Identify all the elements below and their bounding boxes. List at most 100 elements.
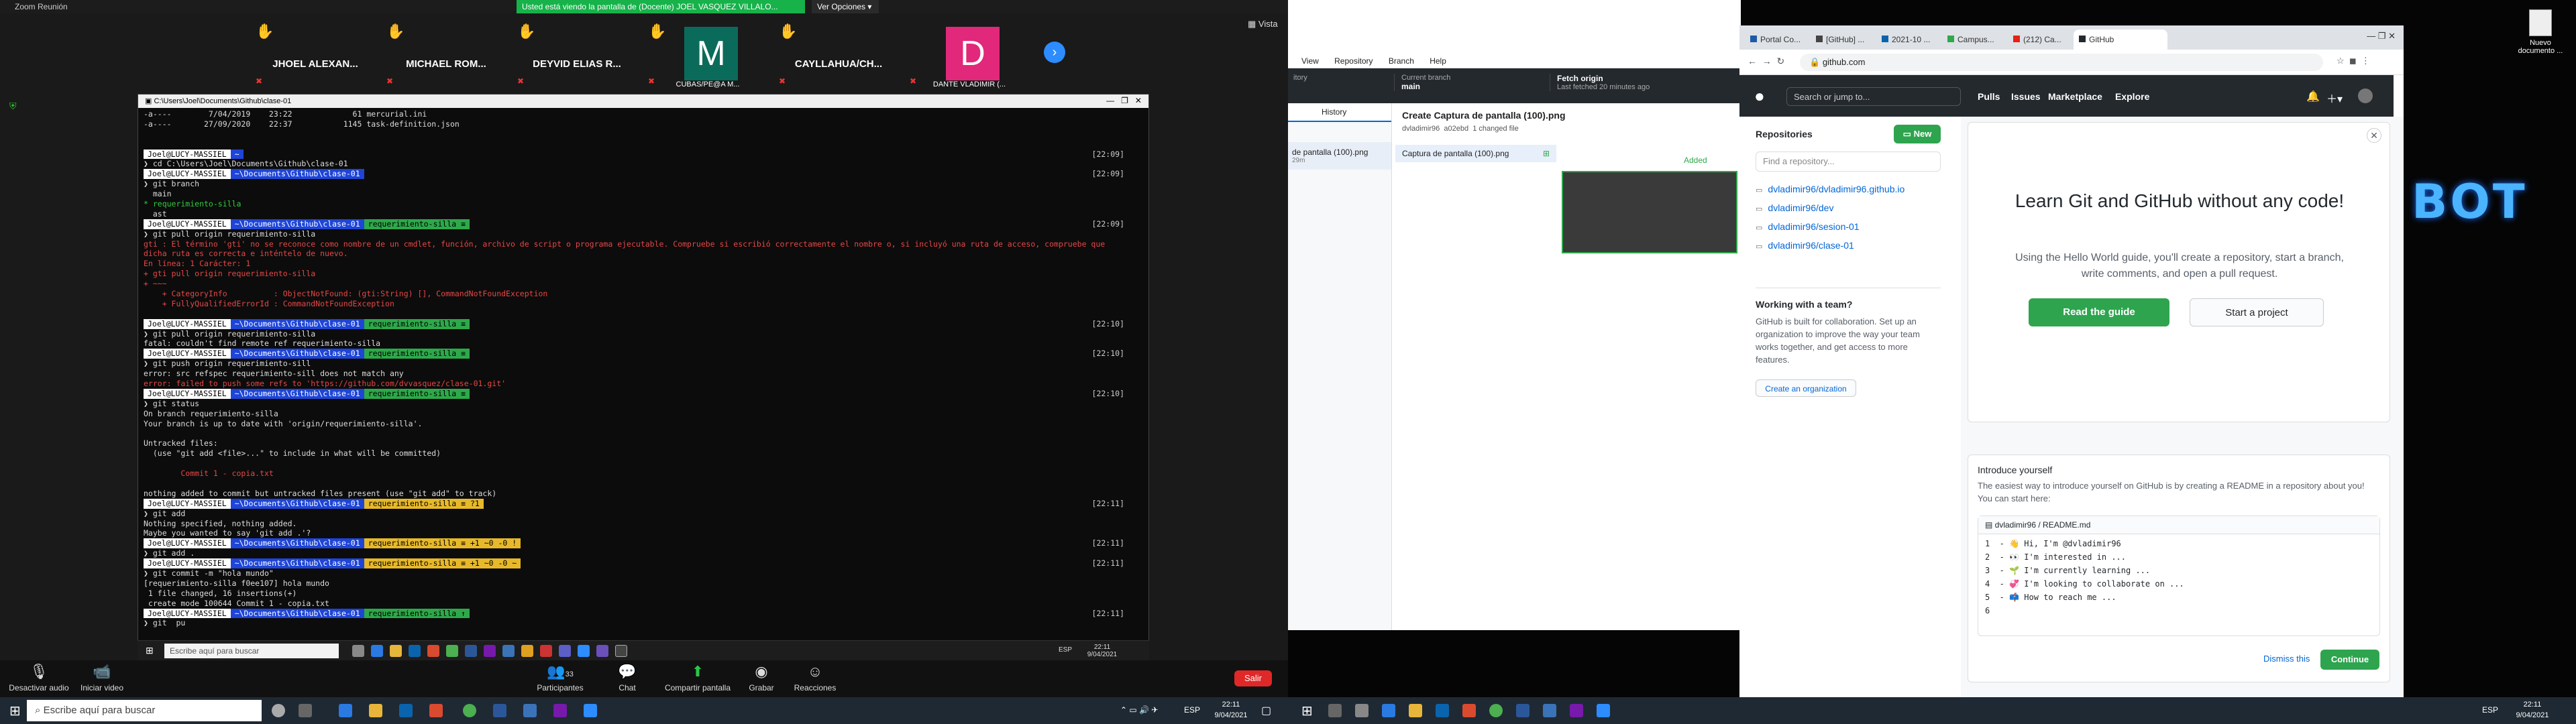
plus-icon[interactable]: ＋▾	[2326, 90, 2343, 106]
participants-button[interactable]: 👥33 Participantes	[530, 663, 590, 692]
read-guide-button[interactable]: Read the guide	[2029, 298, 2169, 326]
participant-tile[interactable]: ✋ DEYVID ELIAS R... ✖	[513, 15, 641, 90]
nav-buttons[interactable]: ← → ↻	[1748, 56, 1784, 67]
next-page-button[interactable]: ›	[1044, 42, 1065, 63]
browser-tab[interactable]: [GitHub] ...	[1811, 29, 1875, 50]
mail-icon[interactable]	[399, 704, 413, 717]
repo-link[interactable]: dvladimir96/sesion-01	[1756, 221, 1859, 232]
branch-selector[interactable]: Current branch main	[1394, 74, 1542, 91]
menu-branch[interactable]: Branch	[1389, 56, 1414, 66]
participant-tile[interactable]: ✋ CAYLLAHUA/CH... ✖	[775, 15, 902, 90]
app-icon[interactable]	[484, 645, 496, 657]
task-view-icon[interactable]	[299, 704, 312, 717]
cortana-icon[interactable]	[272, 704, 285, 717]
terminal-window[interactable]: ▣ C:\Users\Joel\Documents\Github\clase-0…	[138, 94, 1149, 660]
browser-tab[interactable]: Portal Co...	[1745, 29, 1809, 50]
window-controls[interactable]: — ❐ ✕	[1106, 96, 1142, 105]
nav-marketplace[interactable]: Marketplace	[2048, 91, 2102, 102]
avatar[interactable]	[2358, 88, 2373, 103]
pdf-icon[interactable]	[540, 645, 552, 657]
zoom-icon[interactable]	[578, 645, 590, 657]
windows-start-icon[interactable]: ⊞	[1301, 703, 1313, 719]
bell-icon[interactable]: 🔔	[2306, 90, 2320, 103]
view-button[interactable]: ▦ Vista	[1248, 19, 1278, 29]
github-logo-icon[interactable]: ●	[1754, 86, 1765, 107]
task-view-icon[interactable]	[1355, 704, 1368, 717]
create-org-button[interactable]: Create an organization	[1756, 379, 1856, 397]
folder-icon[interactable]	[369, 704, 382, 717]
edge-icon[interactable]	[371, 645, 383, 657]
record-button[interactable]: ◉ Grabar	[738, 663, 785, 692]
notification-icon[interactable]: ▢	[1261, 704, 1271, 717]
word-icon[interactable]	[465, 645, 477, 657]
chrome-icon[interactable]	[463, 704, 476, 717]
office-icon[interactable]	[427, 645, 439, 657]
browser-tab[interactable]: (212) Ca...	[2008, 29, 2072, 50]
mute-button[interactable]: 🎙 Desactivar audio	[5, 663, 72, 692]
github-desktop-icon[interactable]	[596, 645, 608, 657]
changed-file-row[interactable]: Captura de pantalla (100).png ⊞	[1395, 145, 1556, 162]
nav-pulls[interactable]: Pulls	[1978, 91, 2000, 102]
dismiss-link[interactable]: Dismiss this	[2263, 654, 2310, 664]
menu-view[interactable]: View	[1301, 56, 1319, 66]
shared-lang[interactable]: ESP	[1059, 646, 1072, 654]
share-screen-button[interactable]: ⬆ Compartir pantalla	[657, 663, 738, 692]
history-tab[interactable]: History	[1288, 103, 1391, 122]
windows-start-icon[interactable]: ⊞	[146, 645, 154, 656]
teams-icon[interactable]	[559, 645, 571, 657]
vscode-icon[interactable]	[1543, 704, 1556, 717]
participant-tile[interactable]: ✋ JHOEL ALEXAN... ✖	[252, 15, 379, 90]
find-repo-input[interactable]: Find a repository...	[1756, 152, 1941, 172]
participant-tile[interactable]: ✋ M CUBAS/PE@A M... ✖	[644, 15, 771, 90]
edge-icon[interactable]	[1382, 704, 1395, 717]
nav-issues[interactable]: Issues	[2011, 91, 2041, 102]
repo-link[interactable]: dvladimir96/clase-01	[1756, 240, 1854, 251]
extension-icons[interactable]: ☆ ◼ ⋮	[2337, 56, 2370, 66]
repo-selector[interactable]: itory	[1293, 74, 1387, 82]
github-search-input[interactable]: Search or jump to...	[1786, 87, 1961, 106]
left-lang[interactable]: ESP	[1184, 705, 1200, 715]
close-icon[interactable]: ✕	[2367, 128, 2381, 143]
url-input[interactable]: 🔒 github.com	[1800, 54, 2323, 71]
right-clock[interactable]: 22:11 9/04/2021	[2509, 699, 2556, 721]
participant-tile[interactable]: D DANTE VLADIMIR (... ✖	[906, 15, 1033, 90]
app-icon[interactable]	[1570, 704, 1583, 717]
word-icon[interactable]	[1516, 704, 1529, 717]
browser-tab[interactable]: GitHub	[2074, 29, 2167, 50]
window-controls[interactable]: — ❐ ✕	[2367, 31, 2396, 42]
zoom-icon[interactable]	[1597, 704, 1610, 717]
windows-start-icon[interactable]: ⊞	[9, 703, 21, 719]
office-icon[interactable]	[1462, 704, 1476, 717]
taskbar-search-input[interactable]: ⌕ Escribe aquí para buscar	[27, 700, 262, 721]
tray-icons[interactable]: ⌃ ▭ 🔊 ✈	[1120, 705, 1158, 715]
chrome-icon[interactable]	[446, 645, 458, 657]
shared-clock[interactable]: 22:11 9/04/2021	[1082, 644, 1122, 658]
files-icon[interactable]	[521, 645, 533, 657]
menu-help[interactable]: Help	[1430, 56, 1446, 66]
folder-icon[interactable]	[1409, 704, 1422, 717]
terminal-output[interactable]: -a---- 7/04/2019 23:22 61 mercurial.ini -…	[144, 109, 1143, 642]
readme-editor[interactable]: ▤ dvladimir96 / README.md 1 - 👋 Hi, I'm …	[1978, 516, 2380, 636]
task-view-icon[interactable]	[352, 645, 364, 657]
browser-tab[interactable]: Campus...	[1942, 29, 2006, 50]
fetch-button[interactable]: Fetch origin Last fetched 20 minutes ago	[1550, 74, 1737, 91]
repo-link[interactable]: dvladimir96/dev	[1756, 202, 1833, 213]
shared-search-input[interactable]: Escribe aquí para buscar	[164, 644, 339, 658]
new-repo-button[interactable]: ▭ New	[1894, 125, 1941, 143]
folder-icon[interactable]	[390, 645, 402, 657]
mail-icon[interactable]	[1436, 704, 1449, 717]
left-clock[interactable]: 22:11 9/04/2021	[1208, 699, 1254, 721]
repo-link[interactable]: dvladimir96/dvladimir96.github.io	[1756, 184, 1904, 194]
reactions-button[interactable]: ☺ Reacciones	[788, 663, 842, 692]
video-button[interactable]: 📹 Iniciar video	[75, 663, 129, 692]
start-project-button[interactable]: Start a project	[2190, 298, 2324, 326]
leave-button[interactable]: Salir	[1234, 670, 1272, 686]
terminal-task-icon[interactable]	[615, 645, 627, 657]
app-icon[interactable]	[553, 704, 567, 717]
chrome-icon[interactable]	[1489, 704, 1503, 717]
vscode-icon[interactable]	[502, 645, 515, 657]
nav-explore[interactable]: Explore	[2115, 91, 2149, 102]
view-options-button[interactable]: Ver Opciones ▾	[812, 0, 879, 13]
right-lang[interactable]: ESP	[2482, 705, 2498, 715]
history-item[interactable]: de pantalla (100).png 29m	[1288, 142, 1391, 170]
